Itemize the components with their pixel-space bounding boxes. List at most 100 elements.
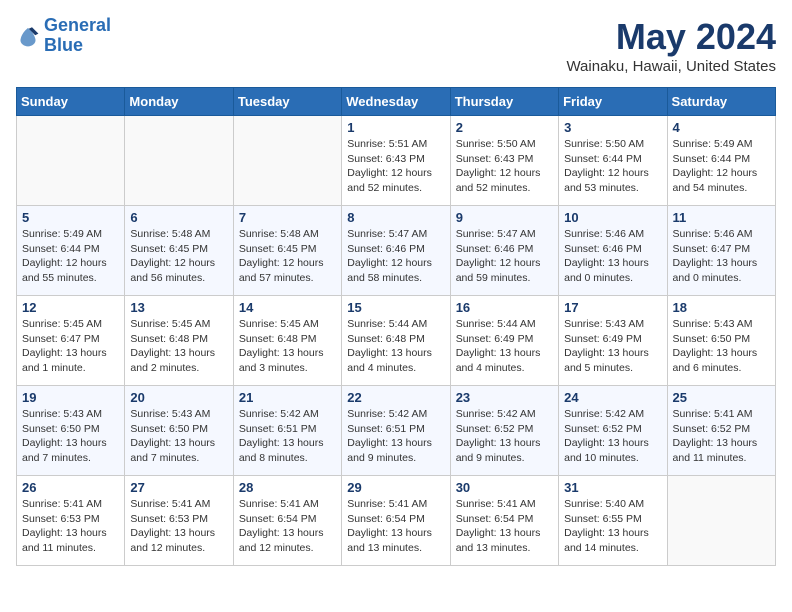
- day-content: Sunrise: 5:46 AM Sunset: 6:46 PM Dayligh…: [564, 227, 661, 286]
- day-number: 27: [130, 480, 227, 495]
- title-area: May 2024 Wainaku, Hawaii, United States: [566, 16, 776, 75]
- calendar-table: Sunday Monday Tuesday Wednesday Thursday…: [16, 87, 776, 566]
- logo-text: General Blue: [44, 16, 111, 56]
- col-sunday: Sunday: [17, 88, 125, 116]
- day-content: Sunrise: 5:41 AM Sunset: 6:54 PM Dayligh…: [456, 497, 553, 556]
- calendar-cell: 21Sunrise: 5:42 AM Sunset: 6:51 PM Dayli…: [233, 386, 341, 476]
- day-number: 22: [347, 390, 444, 405]
- calendar-cell: 18 Sunrise: 5:43 AM Sunset: 6:50 PM Dayli…: [667, 296, 775, 386]
- col-tuesday: Tuesday: [233, 88, 341, 116]
- calendar-week-2: 5 Sunrise: 5:49 AM Sunset: 6:44 PM Daylig…: [17, 206, 776, 296]
- col-thursday: Thursday: [450, 88, 558, 116]
- day-number: 23: [456, 390, 553, 405]
- day-number: 18: [673, 300, 770, 315]
- calendar-cell: 17 Sunrise: 5:43 AM Sunset: 6:49 PM Dayli…: [559, 296, 667, 386]
- calendar-cell: 11 Sunrise: 5:46 AM Sunset: 6:47 PM Dayli…: [667, 206, 775, 296]
- day-number: 14: [239, 300, 336, 315]
- day-content: Sunrise: 5:50 AM Sunset: 6:43 PM Dayligh…: [456, 137, 553, 196]
- calendar-cell: 28 Sunrise: 5:41 AM Sunset: 6:54 PM Dayli…: [233, 476, 341, 566]
- calendar-cell: 27 Sunrise: 5:41 AM Sunset: 6:53 PM Dayli…: [125, 476, 233, 566]
- day-number: 21: [239, 390, 336, 405]
- day-number: 17: [564, 300, 661, 315]
- col-saturday: Saturday: [667, 88, 775, 116]
- day-content: Sunrise: 5:45 AM Sunset: 6:48 PM Dayligh…: [239, 317, 336, 376]
- calendar-cell: 8Sunrise: 5:47 AM Sunset: 6:46 PM Daylig…: [342, 206, 450, 296]
- day-content: Sunrise: 5:42 AM Sunset: 6:51 PM Dayligh…: [347, 407, 444, 466]
- day-content: Sunrise: 5:45 AM Sunset: 6:47 PM Dayligh…: [22, 317, 119, 376]
- calendar-cell: 5 Sunrise: 5:49 AM Sunset: 6:44 PM Daylig…: [17, 206, 125, 296]
- calendar-title: May 2024: [566, 16, 776, 58]
- calendar-cell: 24 Sunrise: 5:42 AM Sunset: 6:52 PM Dayli…: [559, 386, 667, 476]
- day-number: 30: [456, 480, 553, 495]
- day-number: 25: [673, 390, 770, 405]
- calendar-cell: [667, 476, 775, 566]
- calendar-cell: [17, 116, 125, 206]
- calendar-cell: 4Sunrise: 5:49 AM Sunset: 6:44 PM Daylig…: [667, 116, 775, 206]
- day-number: 5: [22, 210, 119, 225]
- header-row: Sunday Monday Tuesday Wednesday Thursday…: [17, 88, 776, 116]
- day-number: 26: [22, 480, 119, 495]
- day-number: 3: [564, 120, 661, 135]
- day-number: 10: [564, 210, 661, 225]
- day-content: Sunrise: 5:48 AM Sunset: 6:45 PM Dayligh…: [239, 227, 336, 286]
- day-content: Sunrise: 5:49 AM Sunset: 6:44 PM Dayligh…: [22, 227, 119, 286]
- day-content: Sunrise: 5:41 AM Sunset: 6:53 PM Dayligh…: [22, 497, 119, 556]
- day-number: 20: [130, 390, 227, 405]
- calendar-subtitle: Wainaku, Hawaii, United States: [566, 58, 776, 75]
- day-content: Sunrise: 5:44 AM Sunset: 6:49 PM Dayligh…: [456, 317, 553, 376]
- logo: General Blue: [16, 16, 111, 56]
- calendar-cell: 15Sunrise: 5:44 AM Sunset: 6:48 PM Dayli…: [342, 296, 450, 386]
- day-content: Sunrise: 5:41 AM Sunset: 6:52 PM Dayligh…: [673, 407, 770, 466]
- day-content: Sunrise: 5:43 AM Sunset: 6:49 PM Dayligh…: [564, 317, 661, 376]
- calendar-cell: 30 Sunrise: 5:41 AM Sunset: 6:54 PM Dayli…: [450, 476, 558, 566]
- col-friday: Friday: [559, 88, 667, 116]
- logo-line2: Blue: [44, 35, 83, 55]
- calendar-cell: 16 Sunrise: 5:44 AM Sunset: 6:49 PM Dayli…: [450, 296, 558, 386]
- day-number: 2: [456, 120, 553, 135]
- day-number: 29: [347, 480, 444, 495]
- calendar-cell: 3Sunrise: 5:50 AM Sunset: 6:44 PM Daylig…: [559, 116, 667, 206]
- day-number: 28: [239, 480, 336, 495]
- calendar-cell: 1 Sunrise: 5:51 AM Sunset: 6:43 PM Daylig…: [342, 116, 450, 206]
- calendar-cell: 6Sunrise: 5:48 AM Sunset: 6:45 PM Daylig…: [125, 206, 233, 296]
- day-number: 11: [673, 210, 770, 225]
- calendar-cell: 12Sunrise: 5:45 AM Sunset: 6:47 PM Dayli…: [17, 296, 125, 386]
- col-wednesday: Wednesday: [342, 88, 450, 116]
- calendar-cell: 22 Sunrise: 5:42 AM Sunset: 6:51 PM Dayli…: [342, 386, 450, 476]
- calendar-week-4: 19 Sunrise: 5:43 AM Sunset: 6:50 PM Dayli…: [17, 386, 776, 476]
- calendar-cell: 13Sunrise: 5:45 AM Sunset: 6:48 PM Dayli…: [125, 296, 233, 386]
- day-content: Sunrise: 5:46 AM Sunset: 6:47 PM Dayligh…: [673, 227, 770, 286]
- day-number: 31: [564, 480, 661, 495]
- calendar-week-5: 26 Sunrise: 5:41 AM Sunset: 6:53 PM Dayli…: [17, 476, 776, 566]
- day-content: Sunrise: 5:48 AM Sunset: 6:45 PM Dayligh…: [130, 227, 227, 286]
- day-content: Sunrise: 5:47 AM Sunset: 6:46 PM Dayligh…: [456, 227, 553, 286]
- day-content: Sunrise: 5:49 AM Sunset: 6:44 PM Dayligh…: [673, 137, 770, 196]
- calendar-cell: 7Sunrise: 5:48 AM Sunset: 6:45 PM Daylig…: [233, 206, 341, 296]
- day-number: 16: [456, 300, 553, 315]
- day-number: 24: [564, 390, 661, 405]
- day-number: 19: [22, 390, 119, 405]
- calendar-cell: 14 Sunrise: 5:45 AM Sunset: 6:48 PM Dayli…: [233, 296, 341, 386]
- calendar-cell: 10 Sunrise: 5:46 AM Sunset: 6:46 PM Dayli…: [559, 206, 667, 296]
- day-content: Sunrise: 5:43 AM Sunset: 6:50 PM Dayligh…: [130, 407, 227, 466]
- day-content: Sunrise: 5:42 AM Sunset: 6:52 PM Dayligh…: [456, 407, 553, 466]
- day-content: Sunrise: 5:47 AM Sunset: 6:46 PM Dayligh…: [347, 227, 444, 286]
- day-content: Sunrise: 5:42 AM Sunset: 6:52 PM Dayligh…: [564, 407, 661, 466]
- calendar-cell: 31Sunrise: 5:40 AM Sunset: 6:55 PM Dayli…: [559, 476, 667, 566]
- logo-icon: [16, 24, 40, 48]
- day-content: Sunrise: 5:41 AM Sunset: 6:54 PM Dayligh…: [239, 497, 336, 556]
- calendar-cell: 23 Sunrise: 5:42 AM Sunset: 6:52 PM Dayli…: [450, 386, 558, 476]
- calendar-cell: 26 Sunrise: 5:41 AM Sunset: 6:53 PM Dayli…: [17, 476, 125, 566]
- col-monday: Monday: [125, 88, 233, 116]
- calendar-week-1: 1 Sunrise: 5:51 AM Sunset: 6:43 PM Daylig…: [17, 116, 776, 206]
- calendar-cell: 19 Sunrise: 5:43 AM Sunset: 6:50 PM Dayli…: [17, 386, 125, 476]
- day-content: Sunrise: 5:51 AM Sunset: 6:43 PM Dayligh…: [347, 137, 444, 196]
- day-content: Sunrise: 5:41 AM Sunset: 6:53 PM Dayligh…: [130, 497, 227, 556]
- calendar-cell: 9Sunrise: 5:47 AM Sunset: 6:46 PM Daylig…: [450, 206, 558, 296]
- day-number: 1: [347, 120, 444, 135]
- day-content: Sunrise: 5:45 AM Sunset: 6:48 PM Dayligh…: [130, 317, 227, 376]
- day-content: Sunrise: 5:41 AM Sunset: 6:54 PM Dayligh…: [347, 497, 444, 556]
- day-content: Sunrise: 5:43 AM Sunset: 6:50 PM Dayligh…: [22, 407, 119, 466]
- calendar-cell: 25 Sunrise: 5:41 AM Sunset: 6:52 PM Dayli…: [667, 386, 775, 476]
- day-content: Sunrise: 5:43 AM Sunset: 6:50 PM Dayligh…: [673, 317, 770, 376]
